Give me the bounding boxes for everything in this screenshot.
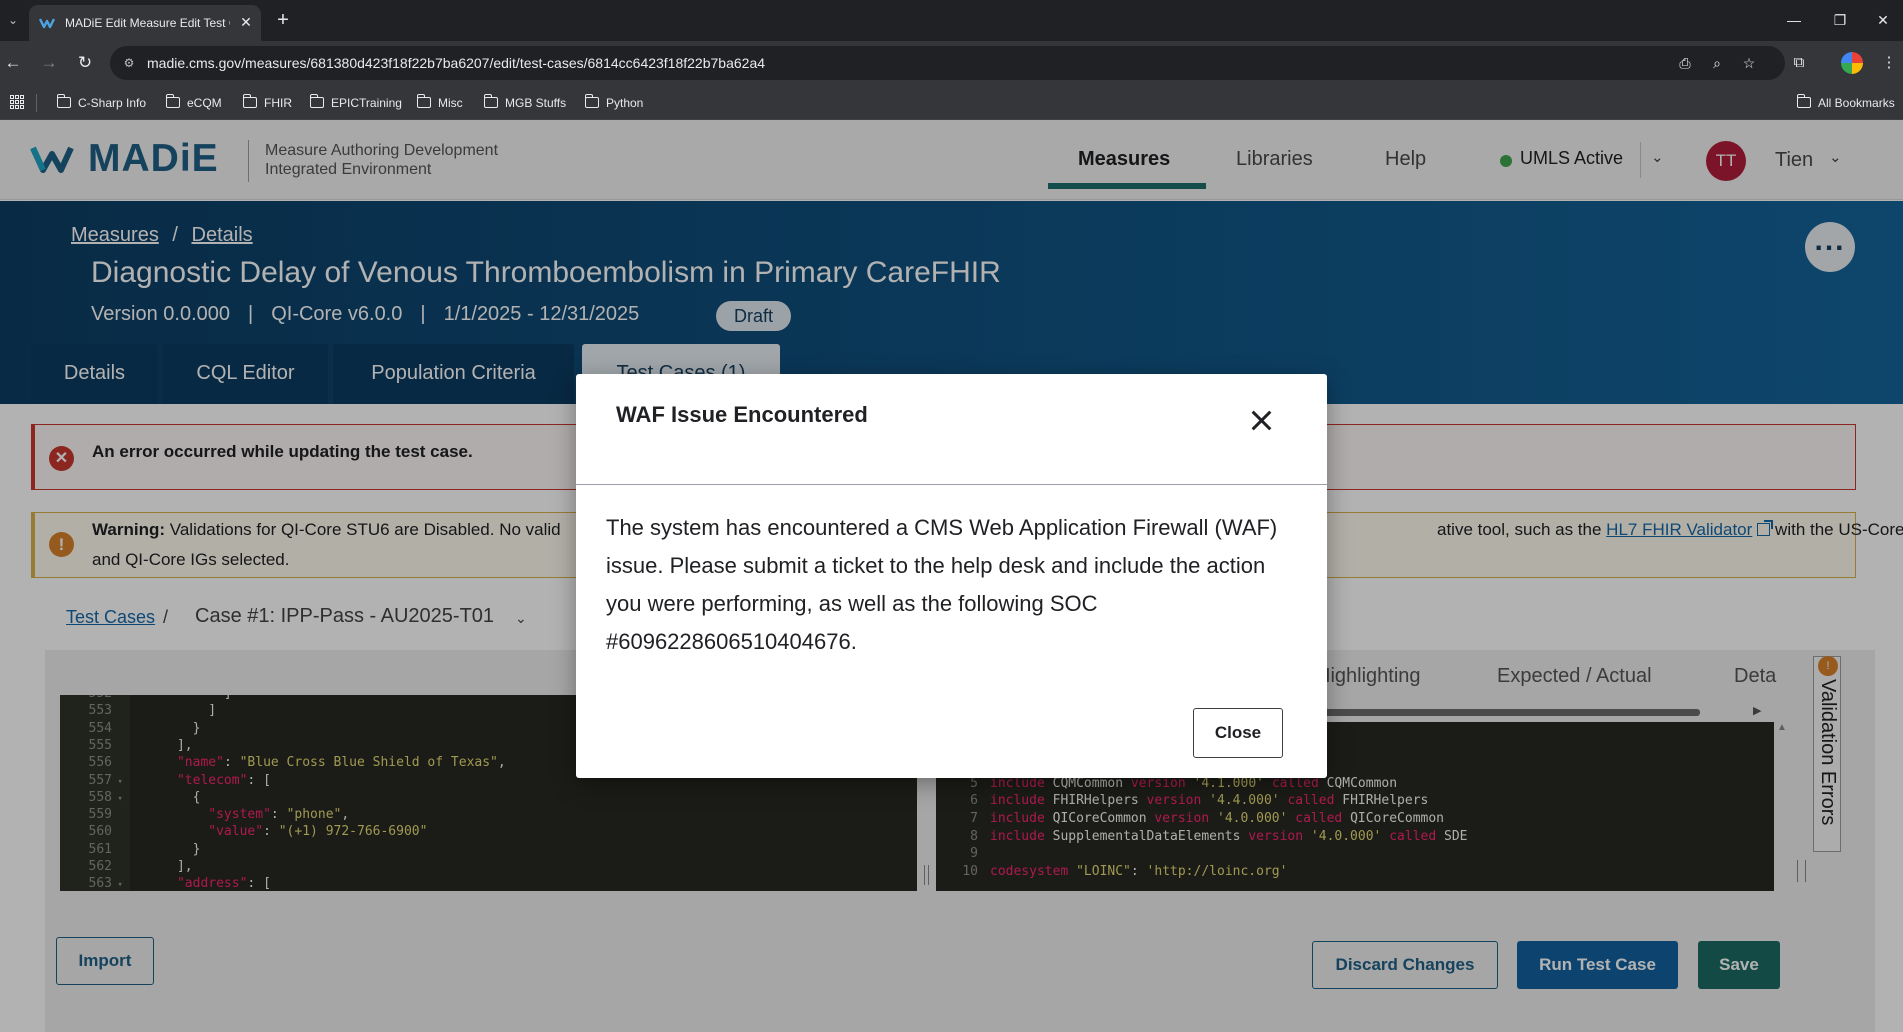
folder-icon [416, 94, 431, 108]
url-text[interactable]: madie.cms.gov/measures/681380d423f18f22b… [147, 55, 765, 71]
bookmark-folder[interactable]: FHIR [242, 94, 292, 112]
zoom-icon[interactable]: ⌕ [1707, 53, 1727, 73]
window-close-icon[interactable]: ✕ [1860, 0, 1903, 41]
dialog-title: WAF Issue Encountered [616, 402, 868, 427]
folder-icon [56, 94, 71, 108]
bookmark-folder[interactable]: MGB Stuffs [483, 94, 566, 112]
browser-tabstrip: ⌄ MADiE Edit Measure Edit Test C ✕ + — ❐… [0, 0, 1903, 41]
folder-icon [165, 94, 180, 108]
apps-grid-icon[interactable] [10, 95, 24, 109]
bookmark-star-icon[interactable]: ☆ [1739, 53, 1759, 73]
folder-icon [584, 94, 599, 108]
folder-icon [242, 94, 257, 108]
all-bookmarks[interactable]: All Bookmarks [1796, 94, 1895, 112]
address-bar[interactable]: ⚙ madie.cms.gov/measures/681380d423f18f2… [110, 46, 1785, 80]
minimize-icon[interactable]: — [1771, 0, 1817, 41]
bookmarks-bar: C-Sharp Info eCQM FHIR EPICTraining Misc… [0, 85, 1903, 120]
close-icon[interactable] [1246, 406, 1276, 436]
restore-icon[interactable]: ❐ [1817, 0, 1863, 41]
bookmark-folder[interactable]: C-Sharp Info [56, 94, 146, 112]
extensions-icon[interactable]: ⧉ [1786, 51, 1812, 77]
bookmark-folder[interactable]: EPICTraining [309, 94, 402, 112]
forward-icon[interactable]: → [36, 51, 62, 77]
install-app-icon[interactable]: ⎙ [1675, 53, 1695, 73]
browser-tab[interactable]: MADiE Edit Measure Edit Test C ✕ [29, 5, 261, 41]
tab-search-icon[interactable]: ⌄ [2, 9, 24, 31]
bookmark-folder[interactable]: Misc [416, 94, 463, 112]
waf-issue-dialog: WAF Issue Encountered The system has enc… [576, 374, 1327, 778]
browser-toolbar: ← → ↻ ⚙ madie.cms.gov/measures/681380d42… [0, 41, 1903, 85]
tab-close-icon[interactable]: ✕ [236, 12, 256, 32]
back-icon[interactable]: ← [0, 51, 26, 77]
profile-avatar-icon[interactable] [1841, 52, 1863, 74]
folder-icon [483, 94, 498, 108]
site-info-icon[interactable]: ⚙ [120, 54, 138, 72]
browser-menu-icon[interactable]: ⋮ [1876, 51, 1902, 77]
dialog-divider [576, 484, 1327, 485]
dialog-message: The system has encountered a CMS Web App… [606, 515, 1278, 654]
new-tab-icon[interactable]: + [270, 8, 296, 34]
tab-title: MADiE Edit Measure Edit Test C [65, 16, 230, 30]
folder-icon [1796, 94, 1811, 108]
bookmarks-divider [36, 94, 37, 112]
bookmark-folder[interactable]: eCQM [165, 94, 222, 112]
reload-icon[interactable]: ↻ [72, 51, 98, 77]
screen: ⌄ MADiE Edit Measure Edit Test C ✕ + — ❐… [0, 0, 1903, 1032]
bookmark-folder[interactable]: Python [584, 94, 643, 112]
close-button[interactable]: Close [1193, 708, 1283, 758]
folder-icon [309, 94, 324, 108]
madie-favicon-icon [39, 18, 55, 29]
